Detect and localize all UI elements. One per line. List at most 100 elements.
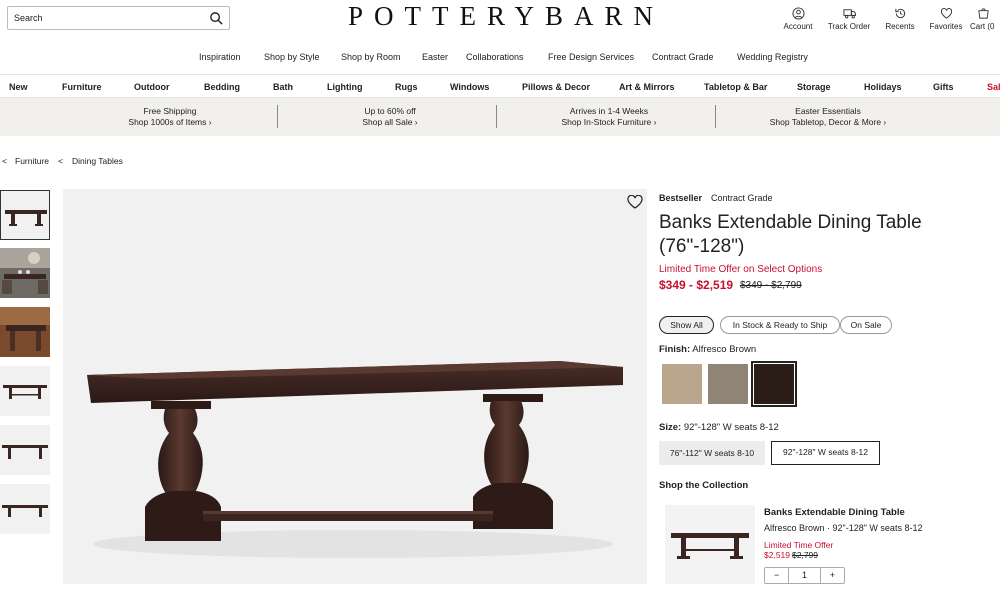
favorites-link[interactable]: Favorites: [920, 7, 972, 31]
recents-link[interactable]: Recents: [874, 7, 926, 31]
subnav-wedding-registry[interactable]: Wedding Registry: [737, 52, 808, 62]
product-thumbnail[interactable]: [0, 248, 50, 298]
finish-swatch-alfresco-brown[interactable]: [751, 361, 797, 407]
promo-link[interactable]: Shop In-Stock Furniture ›: [562, 117, 657, 127]
search-input[interactable]: [8, 7, 203, 29]
product-thumbnail[interactable]: [0, 484, 50, 534]
finish-label: Finish:: [659, 344, 691, 355]
promo-divider: [277, 105, 278, 128]
subnav-collaborations[interactable]: Collaborations: [466, 52, 524, 62]
quantity-decrease-button[interactable]: −: [765, 568, 788, 583]
subnav-inspiration[interactable]: Inspiration: [199, 52, 241, 62]
nav-rugs[interactable]: Rugs: [395, 82, 418, 92]
nav-storage[interactable]: Storage: [797, 82, 831, 92]
subnav-easter[interactable]: Easter: [422, 52, 448, 62]
product-hero-image[interactable]: [63, 189, 647, 584]
subnav-free-design-services[interactable]: Free Design Services: [548, 52, 634, 62]
subnav-shop-by-room[interactable]: Shop by Room: [341, 52, 401, 62]
promo-in-stock[interactable]: Arrives in 1-4 Weeks Shop In-Stock Furni…: [544, 106, 674, 128]
size-value: 92"-128" W seats 8-12: [683, 422, 779, 433]
track-order-label: Track Order: [827, 22, 871, 31]
nav-art-mirrors[interactable]: Art & Mirrors: [619, 82, 675, 92]
nav-tabletop-bar[interactable]: Tabletop & Bar: [704, 82, 767, 92]
size-option-76-112[interactable]: 76"-112" W seats 8-10: [659, 441, 765, 465]
size-option-92-128[interactable]: 92"-128" W seats 8-12: [771, 441, 880, 465]
favorites-label: Favorites: [929, 22, 963, 31]
finish-value: Alfresco Brown: [692, 344, 757, 355]
promo-easter[interactable]: Easter Essentials Shop Tabletop, Decor &…: [758, 106, 898, 128]
finish-swatch-light[interactable]: [662, 364, 702, 404]
promo-link[interactable]: Shop Tabletop, Decor & More ›: [770, 117, 887, 127]
nav-bedding[interactable]: Bedding: [204, 82, 240, 92]
collection-heading: Shop the Collection: [659, 480, 749, 491]
collection-item-price: $2,519: [764, 550, 790, 560]
secondary-nav: Inspiration Shop by Style Shop by Room E…: [0, 52, 1000, 66]
nav-gifts[interactable]: Gifts: [933, 82, 954, 92]
breadcrumb-dining-tables[interactable]: Dining Tables: [72, 156, 123, 166]
nav-new[interactable]: New: [9, 82, 28, 92]
product-thumbnail[interactable]: [0, 425, 50, 475]
promo-title: Free Shipping: [143, 106, 197, 116]
nav-outdoor[interactable]: Outdoor: [134, 82, 170, 92]
promo-sale[interactable]: Up to 60% off Shop all Sale ›: [330, 106, 450, 128]
promo-title: Easter Essentials: [795, 106, 861, 116]
collection-item-image[interactable]: [665, 505, 755, 584]
quantity-stepper[interactable]: − 1 +: [764, 567, 845, 584]
product-thumbnail[interactable]: [0, 307, 50, 357]
collection-item-was-price: $2,799: [792, 550, 818, 560]
limited-offer-text: Limited Time Offer on Select Options: [659, 264, 823, 275]
truck-icon: [842, 9, 856, 19]
nav-holidays[interactable]: Holidays: [864, 82, 902, 92]
nav-bath[interactable]: Bath: [273, 82, 293, 92]
size-label-row: Size: 92"-128" W seats 8-12: [659, 422, 779, 433]
filter-in-stock[interactable]: In Stock & Ready to Ship: [720, 316, 840, 334]
site-header: POTTERYBARN Account Track Order Recents …: [0, 0, 1000, 44]
quantity-increase-button[interactable]: +: [821, 568, 844, 583]
heart-icon: [940, 8, 952, 19]
bestseller-tag: Bestseller: [659, 193, 703, 203]
promo-divider: [715, 105, 716, 128]
sale-price: $349 - $2,519: [659, 278, 734, 292]
account-link[interactable]: Account: [772, 7, 824, 31]
finish-swatch-gray[interactable]: [708, 364, 748, 404]
search-icon[interactable]: [209, 11, 224, 26]
subnav-contract-grade[interactable]: Contract Grade: [652, 52, 714, 62]
filter-show-all[interactable]: Show All: [659, 316, 714, 334]
collection-item-offer: Limited Time Offer: [764, 540, 834, 550]
cart-icon: [978, 8, 989, 19]
promo-title: Up to 60% off: [364, 106, 416, 116]
recents-icon: [894, 8, 905, 19]
breadcrumb-separator: <: [58, 156, 63, 166]
promo-divider: [496, 105, 497, 128]
recents-label: Recents: [885, 22, 915, 31]
breadcrumb-furniture[interactable]: Furniture: [15, 156, 49, 166]
track-order-link[interactable]: Track Order: [823, 7, 875, 31]
promo-link[interactable]: Shop 1000s of Items ›: [128, 117, 211, 127]
contract-grade-tag: Contract Grade: [711, 193, 773, 203]
collection-item-title[interactable]: Banks Extendable Dining Table: [764, 507, 905, 518]
nav-windows[interactable]: Windows: [450, 82, 489, 92]
promo-bar: Free Shipping Shop 1000s of Items › Up t…: [0, 98, 1000, 136]
finish-label-row: Finish: Alfresco Brown: [659, 344, 756, 355]
favorite-heart-icon[interactable]: [627, 195, 643, 209]
brand-logo[interactable]: POTTERYBARN: [336, 1, 676, 32]
nav-sale[interactable]: Sal: [987, 82, 1000, 92]
account-icon: [791, 7, 805, 20]
breadcrumb-separator: <: [2, 156, 7, 166]
cart-label: Cart (0: [970, 22, 995, 31]
search-box[interactable]: [7, 6, 230, 30]
subnav-shop-by-style[interactable]: Shop by Style: [264, 52, 320, 62]
quantity-value[interactable]: 1: [788, 568, 821, 583]
promo-link[interactable]: Shop all Sale ›: [362, 117, 417, 127]
nav-lighting[interactable]: Lighting: [327, 82, 363, 92]
main-nav: New Furniture Outdoor Bedding Bath Light…: [0, 74, 1000, 98]
nav-pillows-decor[interactable]: Pillows & Decor: [522, 82, 590, 92]
size-label: Size:: [659, 422, 682, 433]
account-label: Account: [783, 22, 813, 31]
product-thumbnail[interactable]: [0, 190, 50, 240]
promo-free-shipping[interactable]: Free Shipping Shop 1000s of Items ›: [110, 106, 230, 128]
filter-on-sale[interactable]: On Sale: [840, 316, 892, 334]
product-thumbnail[interactable]: [0, 366, 50, 416]
nav-furniture[interactable]: Furniture: [62, 82, 102, 92]
cart-link[interactable]: Cart (0: [970, 7, 1000, 31]
